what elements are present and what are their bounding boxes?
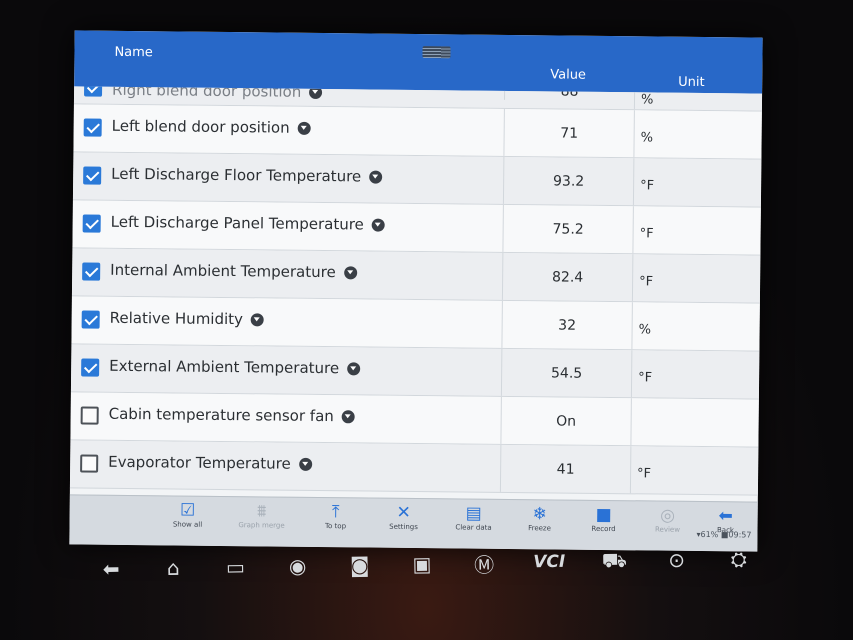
- parameter-name: Evaporator Temperature: [108, 453, 312, 473]
- show-all-label: Show all: [172, 520, 203, 529]
- back-icon[interactable]: ⬅: [91, 557, 131, 582]
- freeze-button[interactable]: ❄ Freeze: [505, 504, 573, 533]
- parameter-name: Left Discharge Panel Temperature: [111, 213, 385, 234]
- tools-icon: ✕: [396, 502, 411, 523]
- checkbox[interactable]: [83, 118, 102, 137]
- parameter-value: 54.5: [500, 348, 632, 398]
- parameter-name: Relative Humidity: [110, 309, 265, 329]
- car-icon[interactable]: ⛟: [594, 547, 634, 575]
- checkbox[interactable]: [80, 454, 99, 473]
- parameter-unit: [630, 398, 759, 447]
- table-row[interactable]: External Ambient Temperature 54.5 °F: [70, 344, 760, 400]
- checkbox[interactable]: [82, 262, 101, 281]
- parameter-value: 75.2: [502, 204, 633, 254]
- graph-merge-label: Graph merge: [238, 521, 285, 530]
- parameter-name: Left blend door position: [112, 117, 311, 137]
- table-row[interactable]: Relative Humidity 32 %: [71, 296, 760, 352]
- freeze-label: Freeze: [528, 524, 551, 533]
- column-header-value[interactable]: Value: [550, 67, 586, 82]
- screen-record-icon[interactable]: ▣: [402, 552, 442, 577]
- column-header-unit[interactable]: Unit: [678, 75, 705, 90]
- parameter-unit: %: [631, 302, 760, 351]
- table-header: Name Value Unit: [74, 30, 763, 94]
- data-stream-list: Right blend door position 88 % Left blen…: [69, 86, 763, 496]
- parameter-unit: °F: [630, 350, 760, 399]
- table-row[interactable]: Evaporator Temperature 41 °F: [69, 440, 759, 496]
- table-row[interactable]: Left Discharge Panel Temperature 75.2 °F: [72, 200, 761, 256]
- dropdown-icon[interactable]: [297, 121, 311, 135]
- parameter-unit: %: [633, 110, 762, 159]
- parameter-value: 71: [503, 108, 634, 158]
- recent-apps-icon[interactable]: ▭: [215, 555, 255, 580]
- dropdown-icon[interactable]: [341, 409, 355, 423]
- dropdown-icon[interactable]: [371, 218, 385, 232]
- maintenance-icon[interactable]: Ⓜ: [464, 548, 504, 578]
- parameter-unit: °F: [632, 158, 762, 207]
- parameter-value: 93.2: [502, 156, 634, 206]
- dropdown-icon[interactable]: [343, 265, 357, 279]
- dropdown-icon[interactable]: [250, 312, 265, 326]
- back-arrow-icon: ⬅: [718, 506, 733, 527]
- arrow-up-icon: ⤒: [331, 502, 340, 523]
- parameter-name: Cabin temperature sensor fan: [109, 405, 355, 426]
- record-button[interactable]: ■ Record: [569, 505, 637, 534]
- parameter-name: External Ambient Temperature: [109, 357, 361, 378]
- to-top-button[interactable]: ⤒ To top: [301, 502, 369, 531]
- parameter-unit: °F: [629, 446, 759, 495]
- parameter-value: On: [500, 396, 631, 446]
- parameter-name: Internal Ambient Temperature: [110, 261, 357, 282]
- parameter-value: 32: [501, 300, 632, 350]
- parameter-unit: °F: [631, 254, 761, 303]
- parameter-name: Right blend door position: [112, 86, 323, 101]
- parameter-unit: %: [633, 92, 763, 111]
- record-label: Record: [591, 524, 616, 534]
- column-header-name[interactable]: Name: [114, 45, 153, 60]
- table-row[interactable]: Left Discharge Floor Temperature 93.2 °F: [72, 152, 762, 208]
- checkbox[interactable]: [82, 214, 101, 233]
- show-all-button[interactable]: ☑ Show all: [154, 500, 222, 529]
- checkbox[interactable]: [81, 310, 100, 329]
- parameter-name: Left Discharge Floor Temperature: [111, 165, 383, 186]
- tablet-screen: Name Value Unit Right blend door positio…: [69, 30, 763, 552]
- checkbox[interactable]: [84, 86, 103, 97]
- parameter-value: 41: [499, 444, 631, 494]
- dropdown-icon[interactable]: [347, 361, 361, 375]
- snowflake-icon: ❄: [532, 504, 547, 525]
- clear-data-label: Clear data: [455, 523, 492, 532]
- parameter-unit: °F: [632, 206, 761, 255]
- browser-icon[interactable]: ◉: [277, 554, 317, 579]
- graph-icon: ⩩: [257, 501, 267, 522]
- checkbox[interactable]: [80, 406, 99, 425]
- checkbox[interactable]: [81, 358, 100, 377]
- drag-handle-icon[interactable]: [422, 46, 451, 59]
- home-icon[interactable]: ⌂: [153, 556, 193, 581]
- dropdown-icon[interactable]: [309, 86, 323, 99]
- trash-icon: ▤: [465, 503, 482, 524]
- camera-icon: ■: [595, 504, 612, 526]
- checkbox[interactable]: [83, 166, 102, 185]
- remote-support-icon[interactable]: ⛭: [719, 547, 759, 572]
- clear-data-button[interactable]: ▤ Clear data: [439, 503, 507, 532]
- vci-icon[interactable]: VCI: [526, 552, 572, 573]
- camera-icon[interactable]: ◙: [340, 553, 380, 578]
- review-label: Review: [654, 525, 681, 534]
- dropdown-icon[interactable]: [298, 457, 312, 471]
- to-top-label: To top: [324, 522, 347, 531]
- table-row[interactable]: Cabin temperature sensor fan On: [70, 392, 759, 448]
- checkbox-icon: ☑: [179, 500, 196, 521]
- graph-merge-button[interactable]: ⩩ Graph merge: [227, 501, 295, 530]
- tire-pressure-icon[interactable]: ⊙: [656, 548, 696, 573]
- parameter-value: 82.4: [501, 252, 633, 302]
- settings-button[interactable]: ✕ Settings: [369, 503, 437, 532]
- dropdown-icon[interactable]: [369, 170, 383, 184]
- settings-label: Settings: [389, 522, 418, 532]
- table-row[interactable]: Internal Ambient Temperature 82.4 °F: [71, 248, 761, 304]
- table-row[interactable]: Left blend door position 71 %: [73, 104, 762, 160]
